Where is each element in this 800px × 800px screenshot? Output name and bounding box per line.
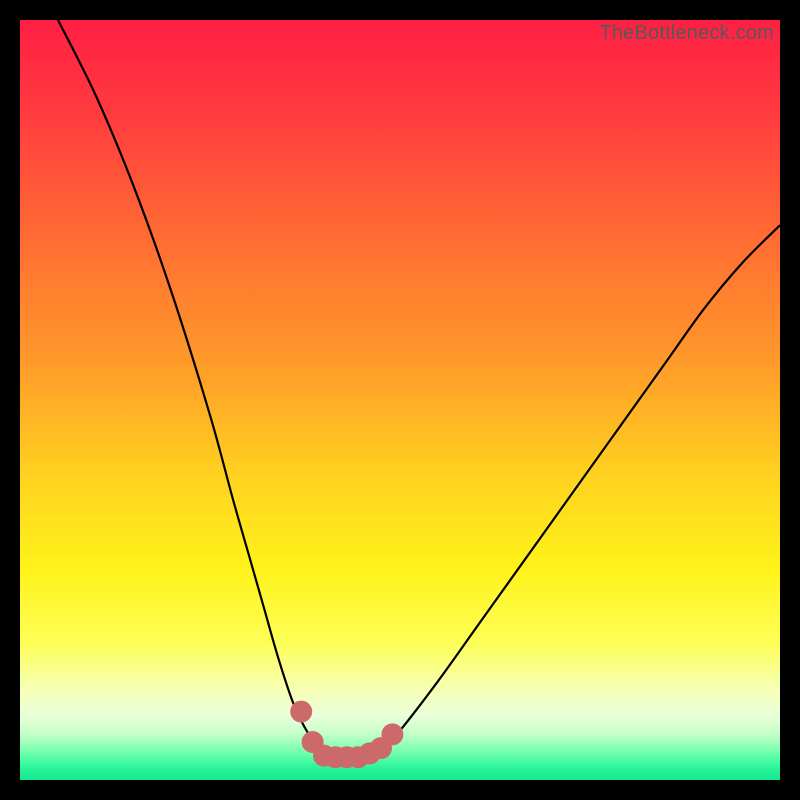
plot-area	[20, 20, 780, 780]
chart-stage: TheBottleneck.com	[0, 0, 800, 800]
trough-marker	[381, 723, 403, 745]
bottleneck-curve	[58, 20, 780, 757]
curve-layer	[20, 20, 780, 780]
trough-markers	[290, 701, 403, 769]
trough-marker	[290, 701, 312, 723]
watermark-text: TheBottleneck.com	[599, 22, 774, 45]
